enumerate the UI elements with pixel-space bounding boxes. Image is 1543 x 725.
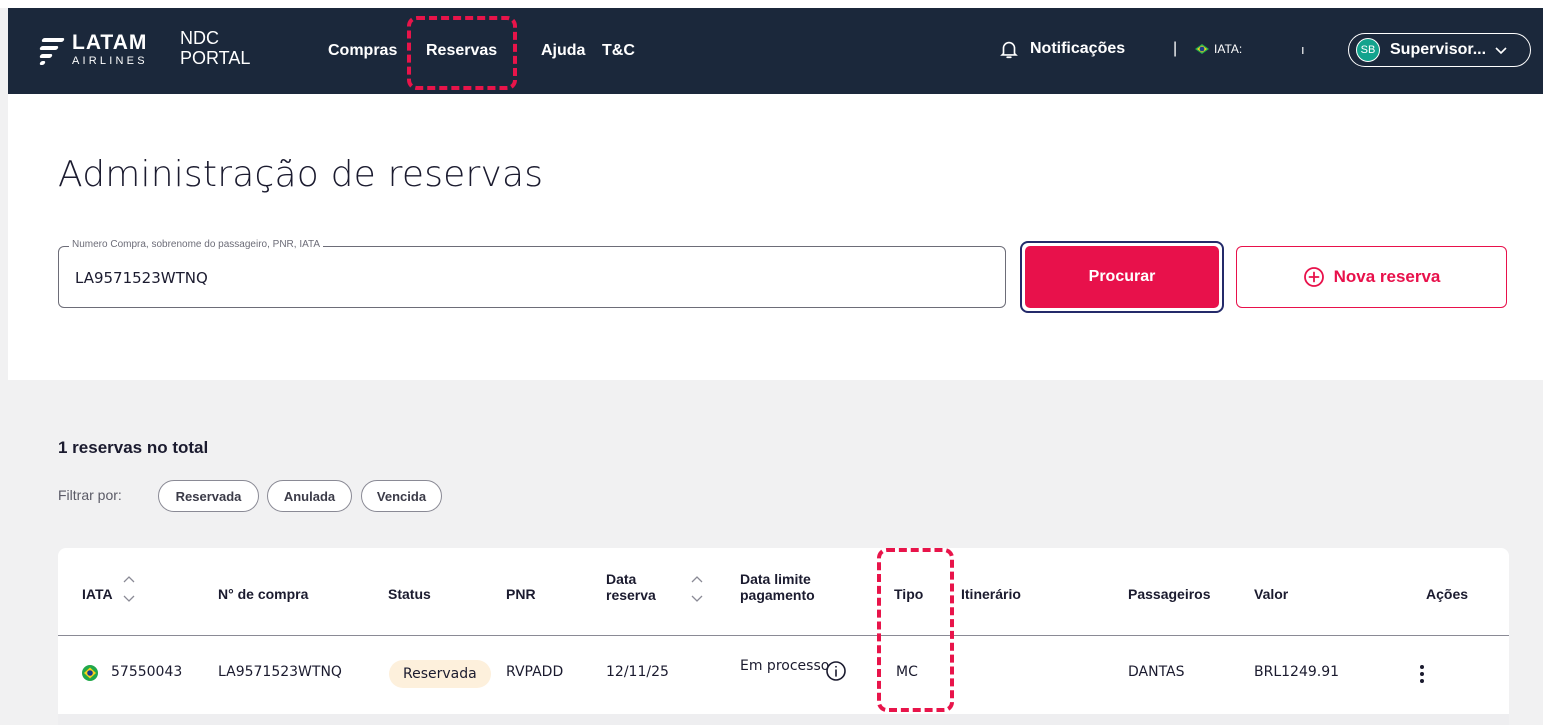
filter-label: Filtrar por:: [58, 487, 122, 503]
header-passageiros: Passageiros: [1128, 586, 1211, 602]
plus-circle-icon: [1303, 267, 1324, 287]
latam-logo-icon: [38, 35, 65, 65]
header-data-reserva-line2: reserva: [606, 587, 656, 603]
header-tipo: Tipo: [894, 586, 924, 602]
page-title: Administração de reservas: [58, 154, 544, 195]
sort-data-reserva-icon[interactable]: [690, 574, 704, 604]
search-button[interactable]: Procurar: [1020, 241, 1224, 313]
latam-logo[interactable]: LATAM AIRLINES: [38, 32, 148, 67]
reservations-table: IATA N° de compra Status PNR Data reserv…: [58, 548, 1509, 725]
portal-line-1: NDC: [180, 28, 219, 48]
nav-reservas[interactable]: Reservas: [426, 42, 497, 60]
filter-chip-anulada[interactable]: Anulada: [267, 480, 352, 512]
logo-airlines-text: AIRLINES: [72, 55, 148, 67]
cell-data-limite: Em processo: [740, 658, 830, 674]
results-total: 1 reservas no total: [58, 438, 209, 457]
header-status: Status: [388, 586, 431, 602]
portal-line-2: PORTAL: [180, 48, 251, 68]
top-strip: [0, 0, 1543, 8]
search-input-value[interactable]: LA9571523WTNQ: [75, 269, 208, 287]
new-booking-label: Nova reserva: [1333, 267, 1441, 286]
search-input-label: Numero Compra, sobrenome do passageiro, …: [69, 239, 324, 250]
cell-tipo: MC: [896, 664, 918, 680]
cell-pnr: RVPADD: [506, 664, 564, 680]
nav-ajuda[interactable]: Ajuda: [541, 42, 585, 60]
user-menu-button[interactable]: SB Supervisor...: [1348, 33, 1531, 67]
portal-name: NDC PORTAL: [180, 28, 250, 68]
avatar: SB: [1356, 38, 1380, 62]
header-pnr: PNR: [506, 586, 536, 602]
new-booking-button[interactable]: Nova reserva: [1236, 246, 1507, 308]
header-divider: [58, 635, 1509, 636]
nav-tc[interactable]: T&C: [602, 42, 635, 60]
header-data-reserva: Data reserva: [606, 571, 656, 603]
navbar: LATAM AIRLINES NDC PORTAL Compras Reserv…: [8, 8, 1543, 94]
iata-value-separator: ı: [1301, 42, 1305, 57]
cell-data-reserva: 12/11/25: [606, 664, 669, 680]
header-numero-compra: N° de compra: [218, 586, 309, 602]
cell-valor: BRL1249.91: [1254, 664, 1340, 680]
table-bottom-band: [58, 714, 1509, 725]
search-input[interactable]: Numero Compra, sobrenome do passageiro, …: [58, 239, 1006, 308]
bell-icon: [1000, 41, 1018, 59]
info-icon[interactable]: [825, 660, 847, 682]
filter-chip-reservada[interactable]: Reservada: [158, 480, 259, 512]
user-name: Supervisor...: [1390, 41, 1487, 58]
nav-compras[interactable]: Compras: [328, 42, 397, 60]
filter-chip-vencida[interactable]: Vencida: [361, 480, 442, 512]
search-section: Administração de reservas Numero Compra,…: [8, 94, 1543, 380]
iata-label: IATA:: [1214, 42, 1243, 56]
chevron-down-icon: [1495, 47, 1507, 55]
sort-iata-icon[interactable]: [122, 574, 136, 604]
notifications-label: Notificações: [1030, 40, 1126, 57]
cell-iata: 57550043: [111, 664, 183, 680]
header-valor: Valor: [1254, 586, 1289, 602]
brazil-flag-icon: [82, 665, 98, 681]
nav-separator: |: [1173, 40, 1178, 57]
header-data-limite-line1: Data limite: [740, 571, 811, 587]
more-actions-icon[interactable]: [1419, 664, 1425, 684]
brazil-flag-icon: [1194, 43, 1210, 55]
notifications-button[interactable]: Notificações: [998, 38, 1125, 60]
iata-selector[interactable]: IATA:: [1194, 42, 1242, 56]
search-button-label: Procurar: [1025, 246, 1219, 308]
logo-latam-text: LATAM: [72, 31, 148, 54]
cell-passageiros: DANTAS: [1128, 664, 1185, 680]
header-data-reserva-line1: Data: [606, 571, 637, 587]
header-acoes: Ações: [1426, 586, 1469, 602]
header-itinerario: Itinerário: [961, 586, 1021, 602]
header-data-limite-line2: pagamento: [740, 587, 815, 603]
header-iata[interactable]: IATA: [82, 586, 113, 602]
header-data-limite: Data limite pagamento: [740, 571, 815, 603]
cell-numero-compra[interactable]: LA9571523WTNQ: [218, 664, 342, 680]
status-badge: Reservada: [389, 660, 491, 688]
